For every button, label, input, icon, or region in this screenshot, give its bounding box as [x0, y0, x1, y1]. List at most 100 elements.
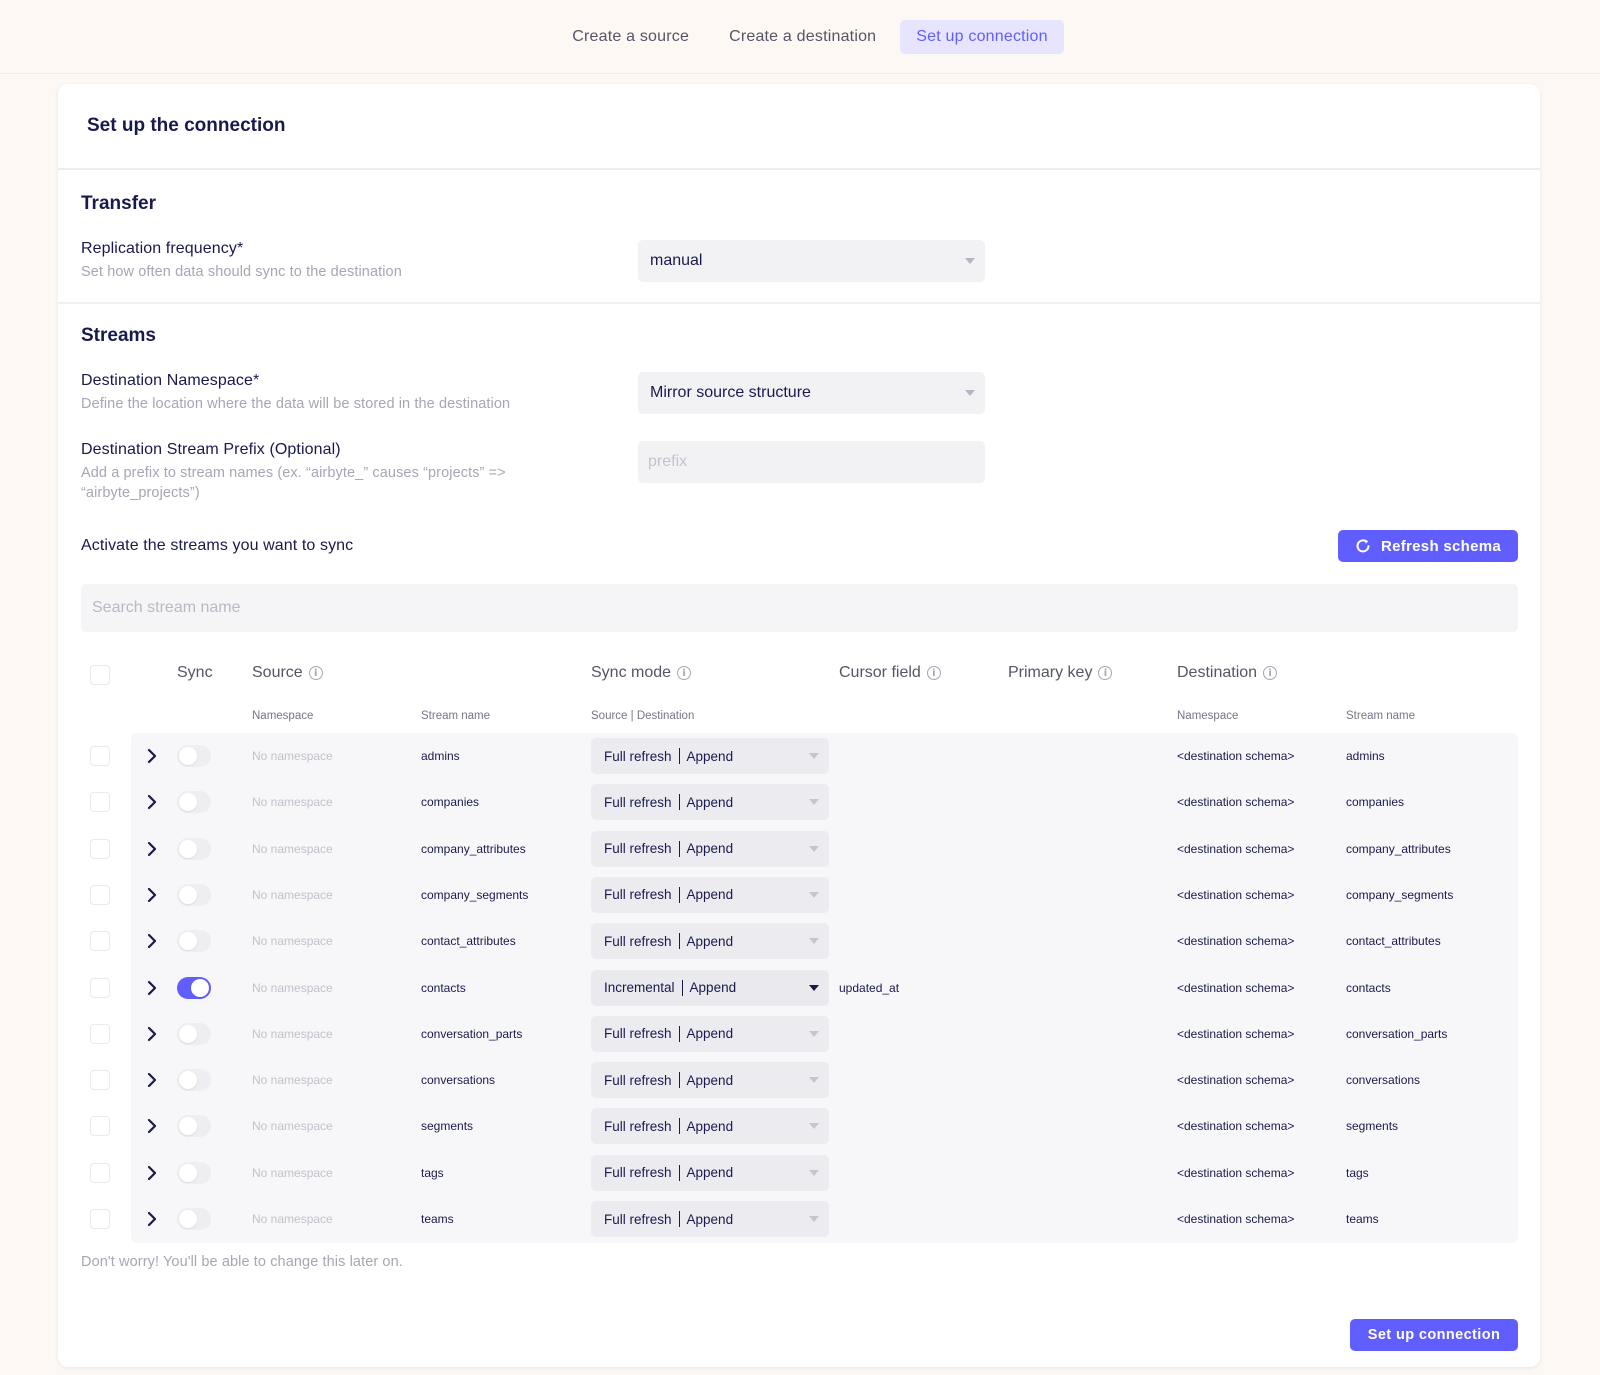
replication-frequency-field: Replication frequency* Set how often dat… [81, 240, 402, 282]
chevron-right-icon[interactable] [143, 979, 161, 997]
step-create-destination[interactable]: Create a destination [713, 20, 892, 54]
sync-mode-source: Full refresh [604, 1211, 672, 1227]
sync-toggle[interactable] [177, 1161, 211, 1184]
header-source: Source i [252, 664, 323, 682]
source-stream-name: conversations [421, 1073, 496, 1088]
sync-toggle[interactable] [177, 791, 211, 814]
sync-mode-destination: Append [686, 1165, 734, 1181]
row-checkbox[interactable] [90, 1162, 110, 1183]
info-icon[interactable]: i [1263, 666, 1278, 680]
chevron-right-icon[interactable] [143, 1164, 161, 1182]
row-checkbox[interactable] [90, 1023, 110, 1044]
destination-stream-name: contact_attributes [1346, 934, 1441, 949]
row-checkbox[interactable] [90, 1070, 110, 1091]
sync-mode-separator [678, 1118, 680, 1135]
caret-down-icon [809, 1123, 819, 1130]
step-set-up-connection[interactable]: Set up connection [900, 19, 1064, 54]
row-checkbox[interactable] [90, 931, 110, 952]
source-namespace: No namespace [252, 1073, 333, 1088]
caret-down-icon [809, 1169, 819, 1176]
sync-toggle[interactable] [177, 1208, 211, 1230]
search-stream-input[interactable] [81, 584, 1518, 632]
source-stream-name: contact_attributes [421, 934, 516, 949]
chevron-right-icon[interactable] [143, 1117, 161, 1135]
steps-nav: Create a source Create a destination Set… [0, 0, 1600, 74]
sync-mode-select[interactable]: Full refresh Append [591, 738, 829, 774]
streams-table-header: Sync Source i Sync mode i Cursor field i… [81, 650, 1518, 730]
source-namespace: No namespace [252, 980, 333, 995]
row-checkbox[interactable] [90, 746, 110, 766]
step-create-source[interactable]: Create a source [556, 20, 705, 54]
sync-mode-select[interactable]: Full refresh Append [591, 1201, 829, 1237]
replication-frequency-value: manual [650, 252, 703, 269]
destination-namespace-help: Define the location where the data will … [81, 396, 511, 412]
info-icon[interactable]: i [677, 666, 692, 680]
source-stream-name: teams [421, 1212, 454, 1226]
sync-mode-separator [678, 794, 680, 811]
sync-mode-destination: Append [686, 887, 734, 903]
chevron-right-icon[interactable] [143, 886, 161, 904]
destination-namespace-select[interactable]: Mirror source structure [638, 372, 985, 414]
sync-mode-select[interactable]: Incremental Append [591, 969, 829, 1006]
chevron-right-icon[interactable] [143, 840, 161, 858]
sync-toggle[interactable] [177, 976, 211, 999]
chevron-right-icon[interactable] [143, 747, 161, 765]
row-checkbox[interactable] [90, 792, 110, 813]
sync-mode-separator [678, 1164, 680, 1181]
toggle-knob [191, 978, 209, 997]
sync-mode-source: Full refresh [604, 841, 672, 857]
stream-prefix-input[interactable] [638, 441, 985, 483]
chevron-right-icon[interactable] [143, 932, 161, 950]
refresh-schema-button[interactable]: Refresh schema [1338, 530, 1518, 562]
sync-mode-select[interactable]: Full refresh Append [591, 1154, 829, 1191]
info-icon[interactable]: i [926, 666, 941, 680]
row-checkbox[interactable] [90, 838, 110, 859]
row-checkbox[interactable] [90, 1116, 110, 1137]
select-all-checkbox[interactable] [90, 665, 110, 685]
sync-mode-destination: Append [686, 1026, 734, 1042]
row-checkbox[interactable] [90, 884, 110, 905]
sync-mode-separator [678, 933, 680, 950]
sync-mode-source: Full refresh [604, 1072, 672, 1088]
toggle-knob [179, 1117, 197, 1136]
sync-mode-separator [678, 1025, 680, 1042]
subheader-namespace: Namespace [252, 710, 314, 722]
chevron-right-icon[interactable] [143, 793, 161, 811]
sync-toggle[interactable] [177, 883, 211, 906]
sync-mode-source: Incremental [604, 980, 675, 995]
caret-down-icon [809, 1216, 819, 1222]
sync-toggle[interactable] [177, 837, 211, 860]
sync-toggle[interactable] [177, 1115, 211, 1138]
sync-mode-select[interactable]: Full refresh Append [591, 1108, 829, 1145]
destination-namespace: <destination schema> [1177, 1165, 1295, 1180]
header-primary-key-label: Primary key [1008, 664, 1093, 681]
set-up-connection-button[interactable]: Set up connection [1350, 1319, 1518, 1351]
sync-mode-source: Full refresh [604, 1165, 672, 1181]
sync-toggle[interactable] [177, 930, 211, 953]
sync-mode-select[interactable]: Full refresh Append [591, 784, 829, 821]
header-cursor-field: Cursor field i [839, 664, 941, 682]
chevron-right-icon[interactable] [143, 1025, 161, 1043]
cursor-field-value[interactable]: updated_at [839, 965, 899, 1011]
replication-frequency-select[interactable]: manual [638, 240, 985, 282]
sync-mode-select[interactable]: Full refresh Append [591, 1015, 829, 1052]
sync-mode-select[interactable]: Full refresh Append [591, 830, 829, 867]
sync-toggle[interactable] [177, 1069, 211, 1092]
sync-mode-select[interactable]: Full refresh Append [591, 876, 829, 913]
sync-mode-source: Full refresh [604, 1118, 672, 1134]
toggle-knob [179, 1024, 197, 1043]
sync-toggle[interactable] [177, 745, 211, 767]
chevron-right-icon[interactable] [143, 1210, 161, 1228]
row-checkbox[interactable] [90, 977, 110, 998]
row-checkbox[interactable] [90, 1209, 110, 1229]
sync-toggle[interactable] [177, 1022, 211, 1045]
sync-mode-select[interactable]: Full refresh Append [591, 1062, 829, 1099]
toggle-knob [179, 885, 197, 904]
chevron-right-icon[interactable] [143, 1071, 161, 1089]
info-icon[interactable]: i [308, 666, 323, 680]
table-row: No namespace company_attributes Full refre… [81, 826, 1518, 872]
destination-stream-name: companies [1346, 795, 1405, 810]
sync-mode-select[interactable]: Full refresh Append [591, 923, 829, 960]
toggle-knob [179, 1071, 197, 1090]
info-icon[interactable]: i [1098, 666, 1113, 680]
